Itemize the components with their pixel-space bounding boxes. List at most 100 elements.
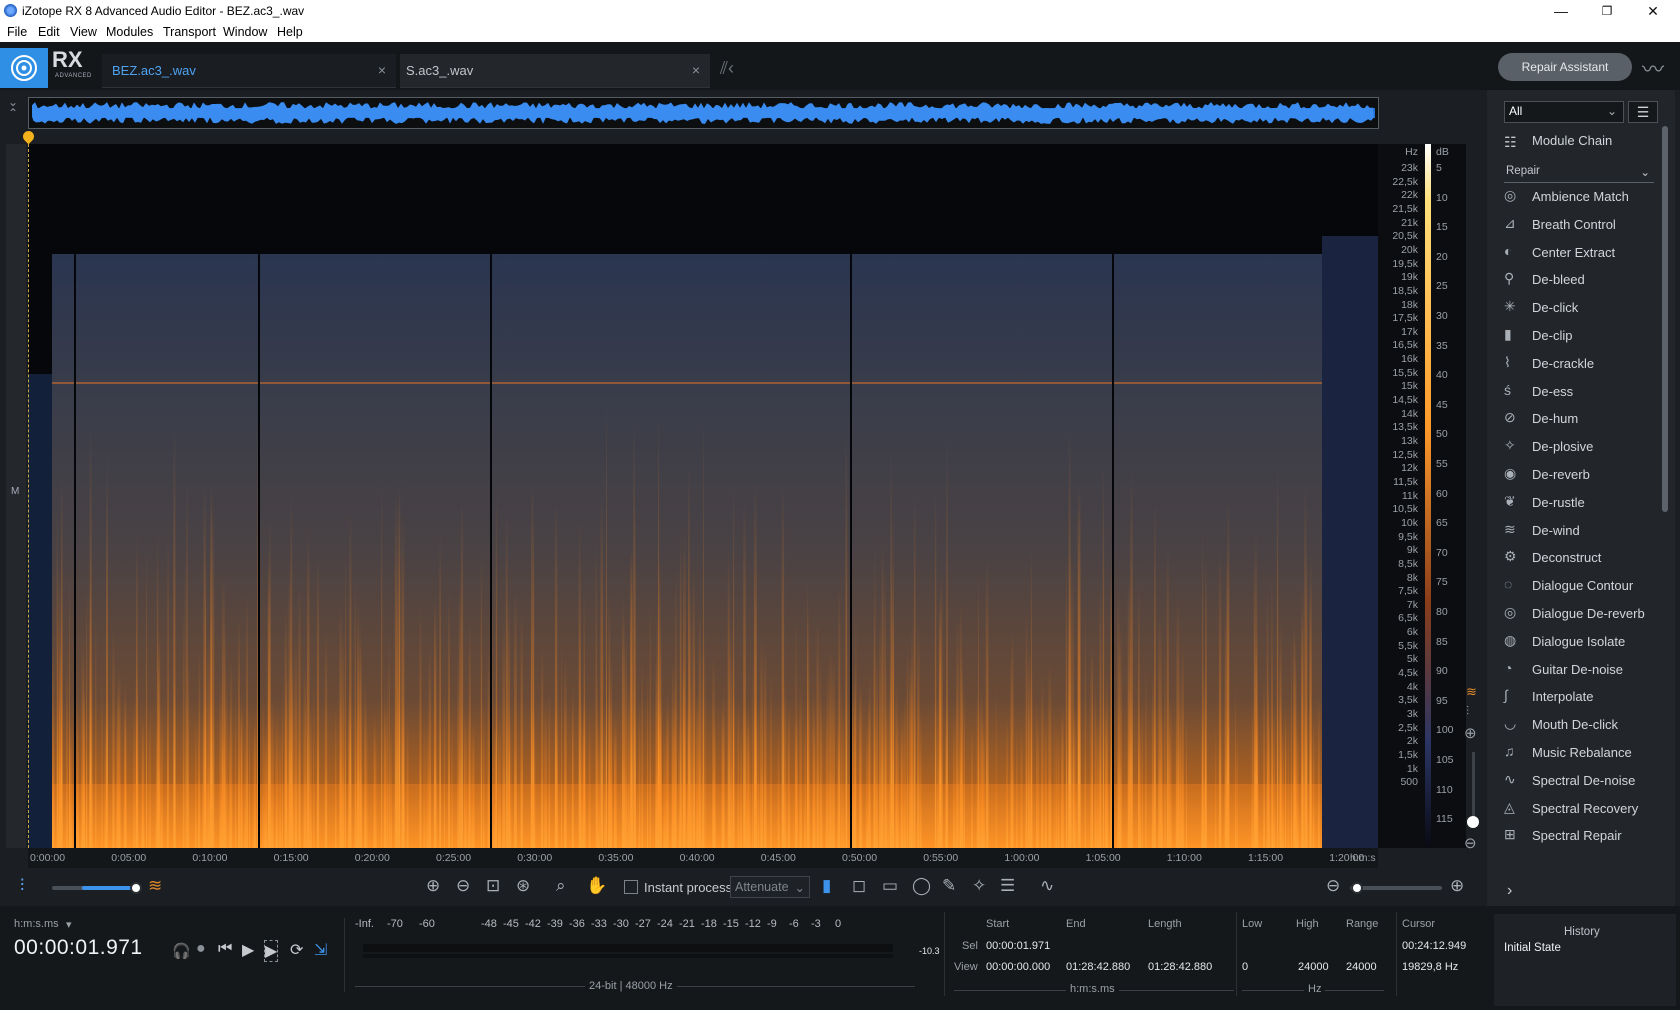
play-icon[interactable]: ▶ — [242, 940, 254, 960]
waveform-overview[interactable] — [28, 97, 1379, 129]
expand-panel-icon[interactable]: › — [1507, 882, 1512, 900]
follow-playhead-icon[interactable]: ⇲ — [314, 940, 327, 960]
signal-icon[interactable]: 〰 — [1642, 52, 1670, 82]
range-value[interactable]: 24000 — [1346, 961, 1377, 973]
zoom-in-time-icon[interactable]: ⊕ — [1450, 876, 1464, 896]
module-item[interactable]: ◬ Spectral Recovery — [1504, 796, 1654, 822]
zoom-out-icon[interactable]: ⊖ — [456, 876, 470, 896]
module-chain-button[interactable]: Module Chain — [1532, 133, 1612, 148]
module-item[interactable]: ✳ De-click — [1504, 295, 1654, 321]
brush-icon[interactable]: ✎ — [942, 876, 956, 896]
close-tab-icon[interactable]: × — [378, 62, 386, 78]
module-item[interactable]: ♫ Music Rebalance — [1504, 740, 1654, 766]
zoom-out-time-icon[interactable]: ⊖ — [1326, 876, 1340, 896]
tab-scroll-icon[interactable]: ⫽‹ — [720, 58, 734, 79]
menu-view[interactable]: View — [70, 25, 97, 39]
spectrogram-view-icon[interactable]: ≋ — [148, 876, 162, 896]
menu-file[interactable]: File — [7, 25, 27, 39]
meter-tick-label: -60 — [419, 918, 435, 930]
module-item[interactable]: ⊿ Breath Control — [1504, 212, 1654, 238]
zoom-out-vertical-icon[interactable]: ⊖ — [1464, 834, 1477, 852]
view-length-value[interactable]: 01:28:42.880 — [1148, 961, 1212, 973]
zoom-selection-icon[interactable]: ⊛ — [516, 876, 530, 896]
sel-start-value[interactable]: 00:00:01.971 — [986, 940, 1050, 952]
close-tab-icon[interactable]: × — [692, 62, 700, 78]
freq-tick-label: 2k — [1406, 735, 1418, 748]
module-list-scrollbar[interactable] — [1662, 126, 1668, 512]
module-item[interactable]: ◎ Ambience Match — [1504, 184, 1654, 210]
module-item[interactable]: ∿ Spectral De-noise — [1504, 768, 1654, 794]
record-icon[interactable]: ● — [196, 940, 206, 958]
zoom-in-icon[interactable]: ⊕ — [426, 876, 440, 896]
module-item[interactable]: ◔ Guitar De-noise — [1504, 657, 1654, 683]
module-item[interactable]: ⊘ De-hum — [1504, 406, 1654, 432]
tab-s[interactable]: S.ac3_.wav × — [400, 54, 710, 88]
view-start-value[interactable]: 00:00:00.000 — [986, 961, 1050, 973]
zoom-fit-icon[interactable]: ⊡ — [486, 876, 500, 896]
instant-process-checkbox[interactable] — [624, 880, 638, 894]
frequency-selection-icon[interactable]: ▭ — [882, 876, 898, 896]
menu-edit[interactable]: Edit — [38, 25, 60, 39]
module-item[interactable]: ś De-ess — [1504, 379, 1654, 405]
module-item[interactable]: ⚲ De-bleed — [1504, 267, 1654, 293]
high-value[interactable]: 24000 — [1298, 961, 1329, 973]
zoom-in-vertical-icon[interactable]: ⊕ — [1464, 724, 1477, 742]
time-zoom-handle[interactable] — [1351, 882, 1363, 894]
module-item[interactable]: ◍ Dialogue Isolate — [1504, 629, 1654, 655]
menu-transport[interactable]: Transport — [163, 25, 216, 39]
waveform-view-icon[interactable]: ⫶ — [20, 876, 24, 896]
module-item[interactable]: ◎ Dialogue De-reverb — [1504, 601, 1654, 627]
module-item[interactable]: ◌ Dialogue Contour — [1504, 573, 1654, 599]
vertical-zoom-slider[interactable] — [1472, 752, 1475, 818]
play-selection-icon[interactable]: ▶ — [264, 940, 279, 962]
module-item[interactable]: ✧ De-plosive — [1504, 434, 1654, 460]
instant-process-mode-select[interactable]: Attenuate ⌄ — [730, 876, 810, 898]
time-format-select[interactable]: h:m:s.ms — [14, 918, 59, 930]
menu-help[interactable]: Help — [277, 25, 303, 39]
close-button[interactable]: ✕ — [1630, 0, 1676, 22]
maximize-button[interactable]: ❐ — [1584, 0, 1630, 22]
category-select[interactable]: Repair ⌄ — [1504, 163, 1654, 183]
module-item[interactable]: ≋ De-wind — [1504, 518, 1654, 544]
spectrogram-view[interactable] — [28, 144, 1378, 848]
tab-bez[interactable]: BEZ.ac3_.wav × — [102, 54, 396, 88]
lasso-icon[interactable]: ◯ — [912, 876, 931, 896]
vertical-zoom-handle[interactable] — [1467, 816, 1479, 828]
module-item[interactable]: ▮ De-clip — [1504, 323, 1654, 349]
gain-curve-icon[interactable]: ∿ — [1040, 876, 1054, 896]
history-item[interactable]: Initial State — [1504, 942, 1561, 954]
module-item[interactable]: ⌇ De-crackle — [1504, 351, 1654, 377]
view-end-value[interactable]: 01:28:42.880 — [1066, 961, 1130, 973]
playhead-marker[interactable] — [20, 128, 37, 145]
module-item[interactable]: ∫ Interpolate — [1504, 684, 1654, 710]
time-zoom-slider[interactable] — [1350, 886, 1442, 890]
repair-assistant-button[interactable]: Repair Assistant — [1498, 53, 1632, 81]
time-frequency-selection-icon[interactable]: ◻ — [852, 876, 866, 896]
harmonic-selection-icon[interactable]: ☰ — [1000, 876, 1015, 896]
module-item[interactable]: ❦ De-rustle — [1504, 490, 1654, 516]
magic-wand-icon[interactable]: ✧ — [972, 876, 986, 896]
module-item[interactable]: ⚙ Deconstruct — [1504, 545, 1654, 571]
skip-back-icon[interactable]: ⏮ — [218, 940, 232, 958]
list-view-icon[interactable]: ☰ — [1628, 101, 1658, 123]
module-filter-select[interactable]: All ⌄ — [1504, 101, 1624, 123]
module-item[interactable]: ◉ De-reverb — [1504, 462, 1654, 488]
module-item[interactable]: ◡ Mouth De-click — [1504, 712, 1654, 738]
headphones-icon[interactable]: 🎧 — [172, 942, 191, 960]
db-tick-label: 65 — [1436, 517, 1448, 530]
module-item[interactable]: ⊞ Spectral Repair — [1504, 823, 1654, 849]
spectrogram-toggle-icon[interactable]: ≋ — [1466, 684, 1477, 700]
module-item[interactable]: ◐ Center Extract — [1504, 240, 1654, 266]
waveform-toggle-icon[interactable]: ⫶ — [1466, 704, 1469, 719]
minimize-button[interactable]: — — [1538, 0, 1584, 22]
low-value[interactable]: 0 — [1242, 961, 1248, 973]
time-selection-icon[interactable]: ▮ — [822, 876, 831, 896]
magnify-icon[interactable]: ⌕ — [556, 876, 566, 896]
loop-icon[interactable]: ⟳ — [290, 940, 303, 960]
time-axis: 0:00:00 0:05:00 0:10:00 0:15:00 0:20:00 0:25:… — [28, 848, 1378, 868]
hand-tool-icon[interactable]: ✋ — [586, 876, 607, 896]
collapse-overview-icon[interactable]: ⌄ ⌃ — [8, 96, 18, 119]
menu-modules[interactable]: Modules — [106, 25, 153, 39]
opacity-slider-handle[interactable] — [130, 882, 142, 894]
menu-window[interactable]: Window — [223, 25, 267, 39]
